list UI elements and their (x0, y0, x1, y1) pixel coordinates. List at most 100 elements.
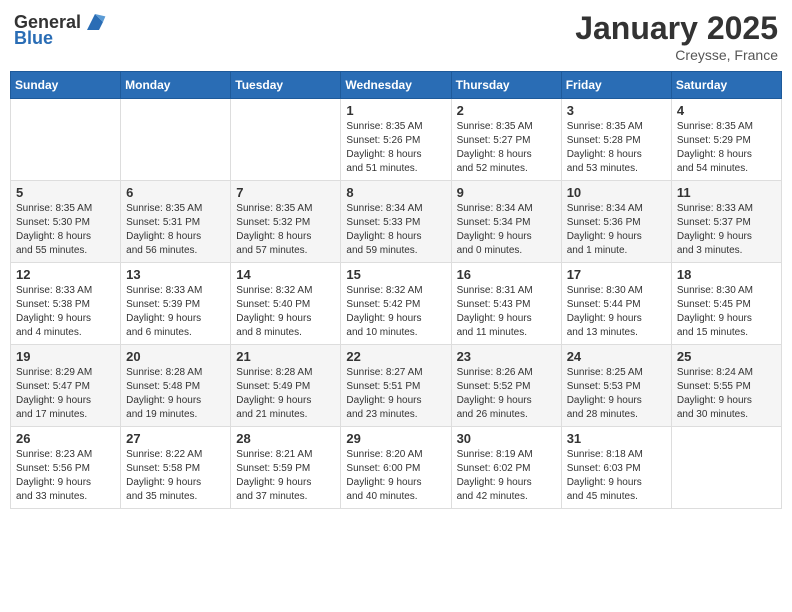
day-info: Sunrise: 8:31 AM Sunset: 5:43 PM Dayligh… (457, 284, 556, 340)
day-info: Sunrise: 8:25 AM Sunset: 5:53 PM Dayligh… (567, 366, 666, 422)
weekday-header-friday: Friday (561, 72, 671, 99)
calendar-cell: 19 Sunrise: 8:29 AM Sunset: 5:47 PM Dayli… (11, 345, 121, 427)
day-number: 16 (457, 267, 556, 282)
day-info: Sunrise: 8:27 AM Sunset: 5:51 PM Dayligh… (346, 366, 445, 422)
weekday-header-saturday: Saturday (671, 72, 781, 99)
day-number: 23 (457, 349, 556, 364)
day-info: Sunrise: 8:18 AM Sunset: 6:03 PM Dayligh… (567, 448, 666, 504)
calendar-cell: 11 Sunrise: 8:33 AM Sunset: 5:37 PM Dayli… (671, 181, 781, 263)
month-title: January 2025 (575, 10, 778, 47)
day-number: 4 (677, 103, 776, 118)
day-info: Sunrise: 8:34 AM Sunset: 5:33 PM Dayligh… (346, 202, 445, 258)
day-number: 7 (236, 185, 335, 200)
calendar-cell: 12 Sunrise: 8:33 AM Sunset: 5:38 PM Dayli… (11, 263, 121, 345)
calendar-cell: 22 Sunrise: 8:27 AM Sunset: 5:51 PM Dayli… (341, 345, 451, 427)
calendar-cell: 31 Sunrise: 8:18 AM Sunset: 6:03 PM Dayli… (561, 427, 671, 509)
week-row-4: 19 Sunrise: 8:29 AM Sunset: 5:47 PM Dayli… (11, 345, 782, 427)
calendar-cell: 8 Sunrise: 8:34 AM Sunset: 5:33 PM Daylig… (341, 181, 451, 263)
day-number: 3 (567, 103, 666, 118)
page-header: General Blue January 2025 Creysse, Franc… (10, 10, 782, 63)
calendar-cell: 14 Sunrise: 8:32 AM Sunset: 5:40 PM Dayli… (231, 263, 341, 345)
day-number: 10 (567, 185, 666, 200)
day-number: 29 (346, 431, 445, 446)
day-info: Sunrise: 8:35 AM Sunset: 5:31 PM Dayligh… (126, 202, 225, 258)
calendar-cell: 4 Sunrise: 8:35 AM Sunset: 5:29 PM Daylig… (671, 99, 781, 181)
day-info: Sunrise: 8:33 AM Sunset: 5:39 PM Dayligh… (126, 284, 225, 340)
day-number: 27 (126, 431, 225, 446)
calendar-cell: 23 Sunrise: 8:26 AM Sunset: 5:52 PM Dayli… (451, 345, 561, 427)
calendar-cell: 21 Sunrise: 8:28 AM Sunset: 5:49 PM Dayli… (231, 345, 341, 427)
day-info: Sunrise: 8:35 AM Sunset: 5:26 PM Dayligh… (346, 120, 445, 176)
weekday-header-wednesday: Wednesday (341, 72, 451, 99)
weekday-header-monday: Monday (121, 72, 231, 99)
day-number: 30 (457, 431, 556, 446)
calendar-cell (671, 427, 781, 509)
day-info: Sunrise: 8:26 AM Sunset: 5:52 PM Dayligh… (457, 366, 556, 422)
day-number: 11 (677, 185, 776, 200)
weekday-header-tuesday: Tuesday (231, 72, 341, 99)
week-row-3: 12 Sunrise: 8:33 AM Sunset: 5:38 PM Dayli… (11, 263, 782, 345)
calendar-cell: 24 Sunrise: 8:25 AM Sunset: 5:53 PM Dayli… (561, 345, 671, 427)
day-info: Sunrise: 8:35 AM Sunset: 5:29 PM Dayligh… (677, 120, 776, 176)
day-number: 8 (346, 185, 445, 200)
day-info: Sunrise: 8:29 AM Sunset: 5:47 PM Dayligh… (16, 366, 115, 422)
day-number: 5 (16, 185, 115, 200)
day-number: 19 (16, 349, 115, 364)
calendar-cell: 29 Sunrise: 8:20 AM Sunset: 6:00 PM Dayli… (341, 427, 451, 509)
day-number: 13 (126, 267, 225, 282)
day-number: 14 (236, 267, 335, 282)
logo: General Blue (14, 10, 107, 49)
day-info: Sunrise: 8:34 AM Sunset: 5:36 PM Dayligh… (567, 202, 666, 258)
day-number: 12 (16, 267, 115, 282)
day-info: Sunrise: 8:24 AM Sunset: 5:55 PM Dayligh… (677, 366, 776, 422)
day-number: 28 (236, 431, 335, 446)
calendar-table: SundayMondayTuesdayWednesdayThursdayFrid… (10, 71, 782, 509)
calendar-cell (11, 99, 121, 181)
week-row-1: 1 Sunrise: 8:35 AM Sunset: 5:26 PM Daylig… (11, 99, 782, 181)
calendar-cell: 13 Sunrise: 8:33 AM Sunset: 5:39 PM Dayli… (121, 263, 231, 345)
day-info: Sunrise: 8:23 AM Sunset: 5:56 PM Dayligh… (16, 448, 115, 504)
calendar-cell: 17Sunrise: 8:30 AM Sunset: 5:44 PM Dayli… (561, 263, 671, 345)
day-info: Sunrise: 8:35 AM Sunset: 5:32 PM Dayligh… (236, 202, 335, 258)
calendar-cell: 7 Sunrise: 8:35 AM Sunset: 5:32 PM Daylig… (231, 181, 341, 263)
day-info: Sunrise: 8:20 AM Sunset: 6:00 PM Dayligh… (346, 448, 445, 504)
title-block: January 2025 Creysse, France (575, 10, 778, 63)
weekday-header-thursday: Thursday (451, 72, 561, 99)
calendar-cell: 10 Sunrise: 8:34 AM Sunset: 5:36 PM Dayli… (561, 181, 671, 263)
day-number: 26 (16, 431, 115, 446)
day-number: 24 (567, 349, 666, 364)
calendar-cell: 9Sunrise: 8:34 AM Sunset: 5:34 PM Daylig… (451, 181, 561, 263)
day-number: 2 (457, 103, 556, 118)
day-number: 1 (346, 103, 445, 118)
week-row-2: 5 Sunrise: 8:35 AM Sunset: 5:30 PM Daylig… (11, 181, 782, 263)
day-number: 6 (126, 185, 225, 200)
calendar-cell: 15Sunrise: 8:32 AM Sunset: 5:42 PM Dayli… (341, 263, 451, 345)
day-info: Sunrise: 8:19 AM Sunset: 6:02 PM Dayligh… (457, 448, 556, 504)
day-info: Sunrise: 8:35 AM Sunset: 5:30 PM Dayligh… (16, 202, 115, 258)
calendar-cell: 28Sunrise: 8:21 AM Sunset: 5:59 PM Dayli… (231, 427, 341, 509)
calendar-cell: 26 Sunrise: 8:23 AM Sunset: 5:56 PM Dayli… (11, 427, 121, 509)
calendar-cell: 18Sunrise: 8:30 AM Sunset: 5:45 PM Dayli… (671, 263, 781, 345)
calendar-cell: 6 Sunrise: 8:35 AM Sunset: 5:31 PM Daylig… (121, 181, 231, 263)
day-info: Sunrise: 8:34 AM Sunset: 5:34 PM Dayligh… (457, 202, 556, 258)
day-info: Sunrise: 8:33 AM Sunset: 5:38 PM Dayligh… (16, 284, 115, 340)
day-number: 31 (567, 431, 666, 446)
calendar-cell: 25 Sunrise: 8:24 AM Sunset: 5:55 PM Dayli… (671, 345, 781, 427)
calendar-cell: 16 Sunrise: 8:31 AM Sunset: 5:43 PM Dayli… (451, 263, 561, 345)
day-number: 21 (236, 349, 335, 364)
day-info: Sunrise: 8:28 AM Sunset: 5:48 PM Dayligh… (126, 366, 225, 422)
week-row-5: 26 Sunrise: 8:23 AM Sunset: 5:56 PM Dayli… (11, 427, 782, 509)
day-info: Sunrise: 8:32 AM Sunset: 5:40 PM Dayligh… (236, 284, 335, 340)
day-info: Sunrise: 8:35 AM Sunset: 5:28 PM Dayligh… (567, 120, 666, 176)
day-number: 25 (677, 349, 776, 364)
day-info: Sunrise: 8:28 AM Sunset: 5:49 PM Dayligh… (236, 366, 335, 422)
day-number: 20 (126, 349, 225, 364)
day-number: 22 (346, 349, 445, 364)
calendar-cell: 3 Sunrise: 8:35 AM Sunset: 5:28 PM Daylig… (561, 99, 671, 181)
weekday-header-sunday: Sunday (11, 72, 121, 99)
calendar-cell: 2Sunrise: 8:35 AM Sunset: 5:27 PM Daylig… (451, 99, 561, 181)
location: Creysse, France (575, 47, 778, 63)
day-number: 18 (677, 267, 776, 282)
day-info: Sunrise: 8:33 AM Sunset: 5:37 PM Dayligh… (677, 202, 776, 258)
calendar-cell (231, 99, 341, 181)
